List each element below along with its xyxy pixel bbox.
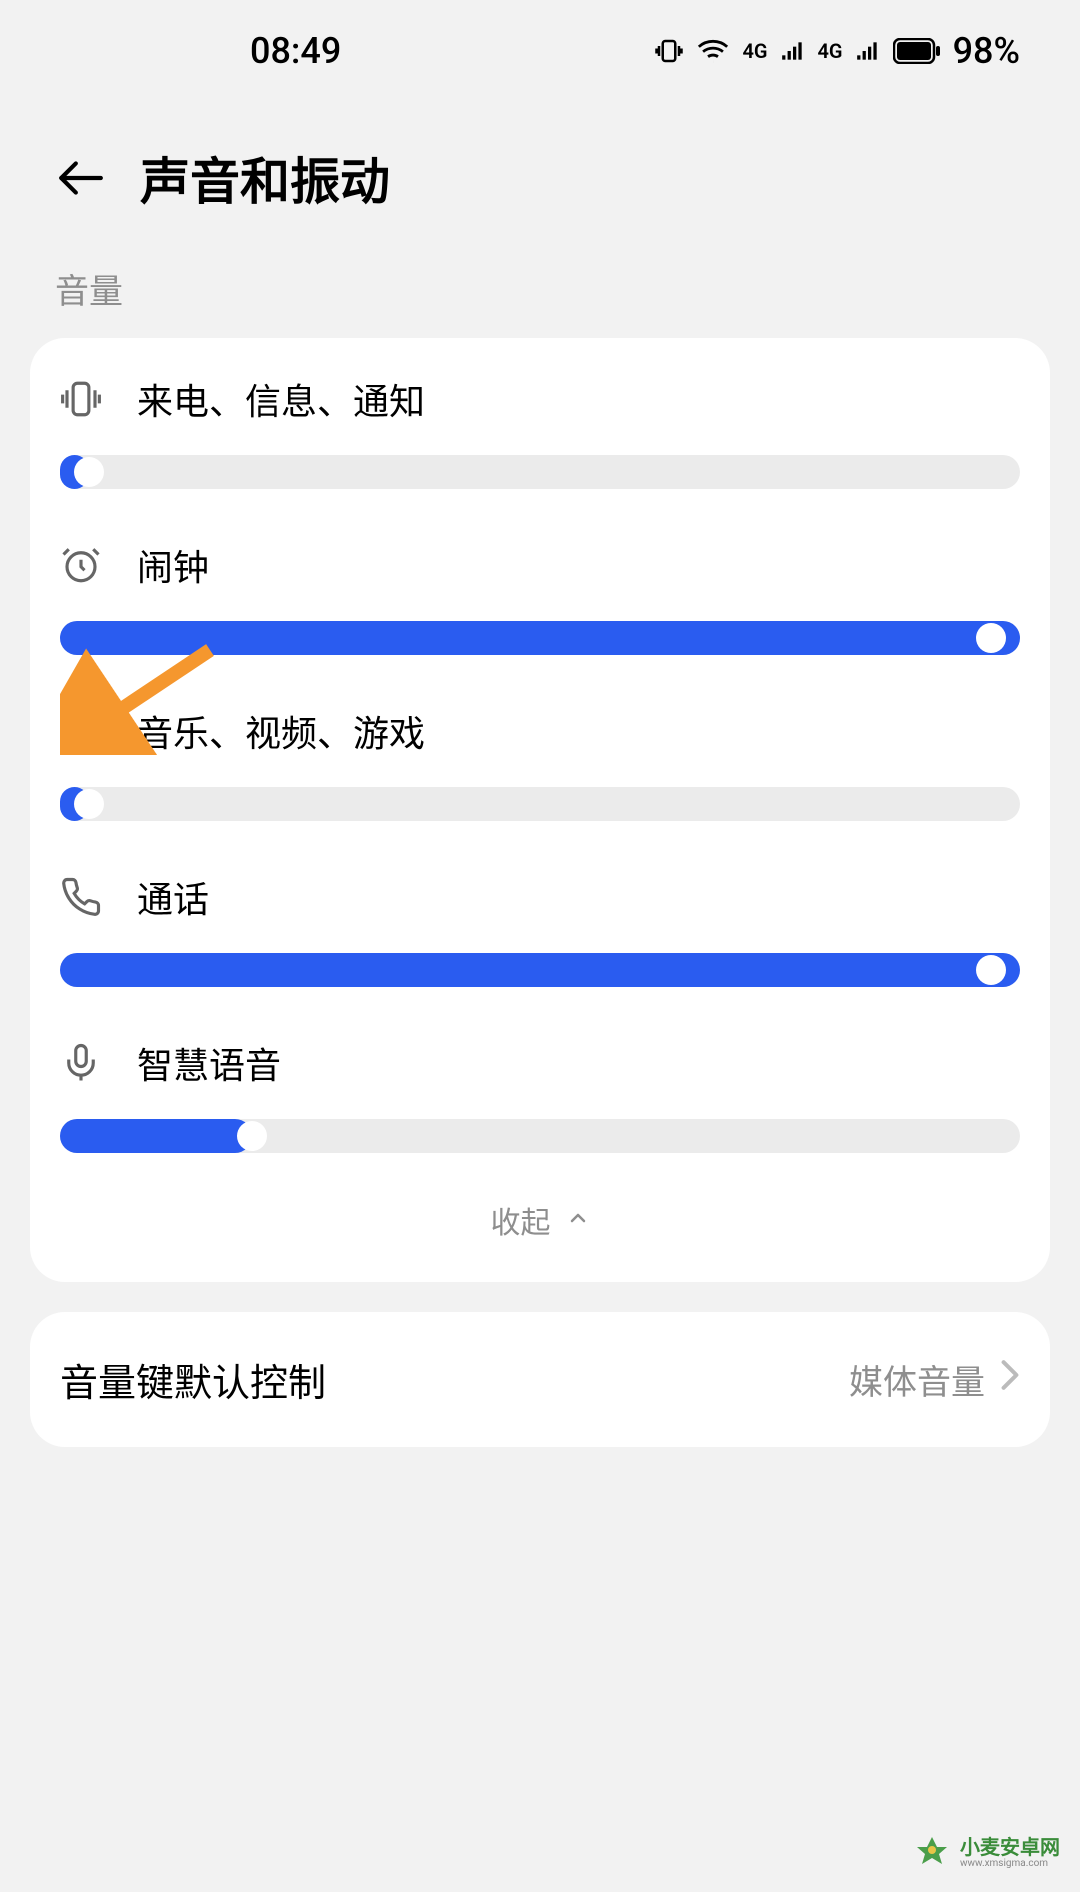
battery-icon — [893, 38, 941, 64]
battery-percent: 98% — [953, 30, 1020, 72]
signal-4g-text-2: 4G — [818, 39, 843, 63]
volume-item-call: 通话 — [60, 871, 1020, 987]
signal-4g-text-1: 4G — [742, 39, 767, 63]
mic-icon — [60, 1042, 102, 1084]
watermark-icon — [912, 1832, 952, 1872]
back-button[interactable] — [55, 153, 105, 203]
alarm-icon — [60, 544, 102, 586]
chevron-up-icon — [566, 1203, 590, 1238]
volume-card: 来电、信息、通知 闹钟 — [30, 338, 1050, 1282]
page-header: 声音和振动 — [0, 102, 1080, 264]
assistant-label: 智慧语音 — [137, 1037, 281, 1089]
alarm-slider[interactable] — [60, 621, 1020, 655]
wifi-icon — [696, 34, 730, 68]
status-icons: 4G 4G 98% — [654, 30, 1020, 72]
volume-item-alarm: 闹钟 — [60, 539, 1020, 655]
signal-2-icon — [855, 38, 881, 64]
collapse-button[interactable]: 收起 — [60, 1173, 1020, 1257]
status-time: 08:49 — [250, 30, 341, 72]
volume-key-value: 媒体音量 — [849, 1355, 985, 1404]
ringtone-label: 来电、信息、通知 — [137, 373, 425, 425]
volume-key-label: 音量键默认控制 — [60, 1352, 326, 1407]
volume-item-media: 音乐、视频、游戏 — [60, 705, 1020, 821]
mute-icon — [60, 710, 102, 752]
watermark-sub: www.xmsigma.com — [960, 1858, 1060, 1869]
vibrate-icon — [60, 378, 102, 420]
volume-section-label: 音量 — [0, 264, 1080, 338]
assistant-slider[interactable] — [60, 1119, 1020, 1153]
vibrate-indicator-icon — [654, 36, 684, 66]
volume-item-assistant: 智慧语音 — [60, 1037, 1020, 1153]
page-title: 声音和振动 — [140, 142, 390, 214]
media-label: 音乐、视频、游戏 — [137, 705, 425, 757]
ringtone-slider[interactable] — [60, 455, 1020, 489]
collapse-label: 收起 — [491, 1198, 551, 1242]
volume-key-default-item[interactable]: 音量键默认控制 媒体音量 — [30, 1312, 1050, 1447]
call-slider[interactable] — [60, 953, 1020, 987]
watermark-main: 小麦安卓网 — [960, 1836, 1060, 1858]
call-label: 通话 — [137, 871, 209, 923]
chevron-right-icon — [1000, 1359, 1020, 1400]
media-slider[interactable] — [60, 787, 1020, 821]
watermark: 小麦安卓网 www.xmsigma.com — [912, 1832, 1060, 1872]
volume-item-ringtone: 来电、信息、通知 — [60, 373, 1020, 489]
alarm-label: 闹钟 — [137, 539, 209, 591]
status-bar: 08:49 4G 4G — [0, 0, 1080, 102]
signal-1-icon — [780, 38, 806, 64]
phone-icon — [60, 876, 102, 918]
